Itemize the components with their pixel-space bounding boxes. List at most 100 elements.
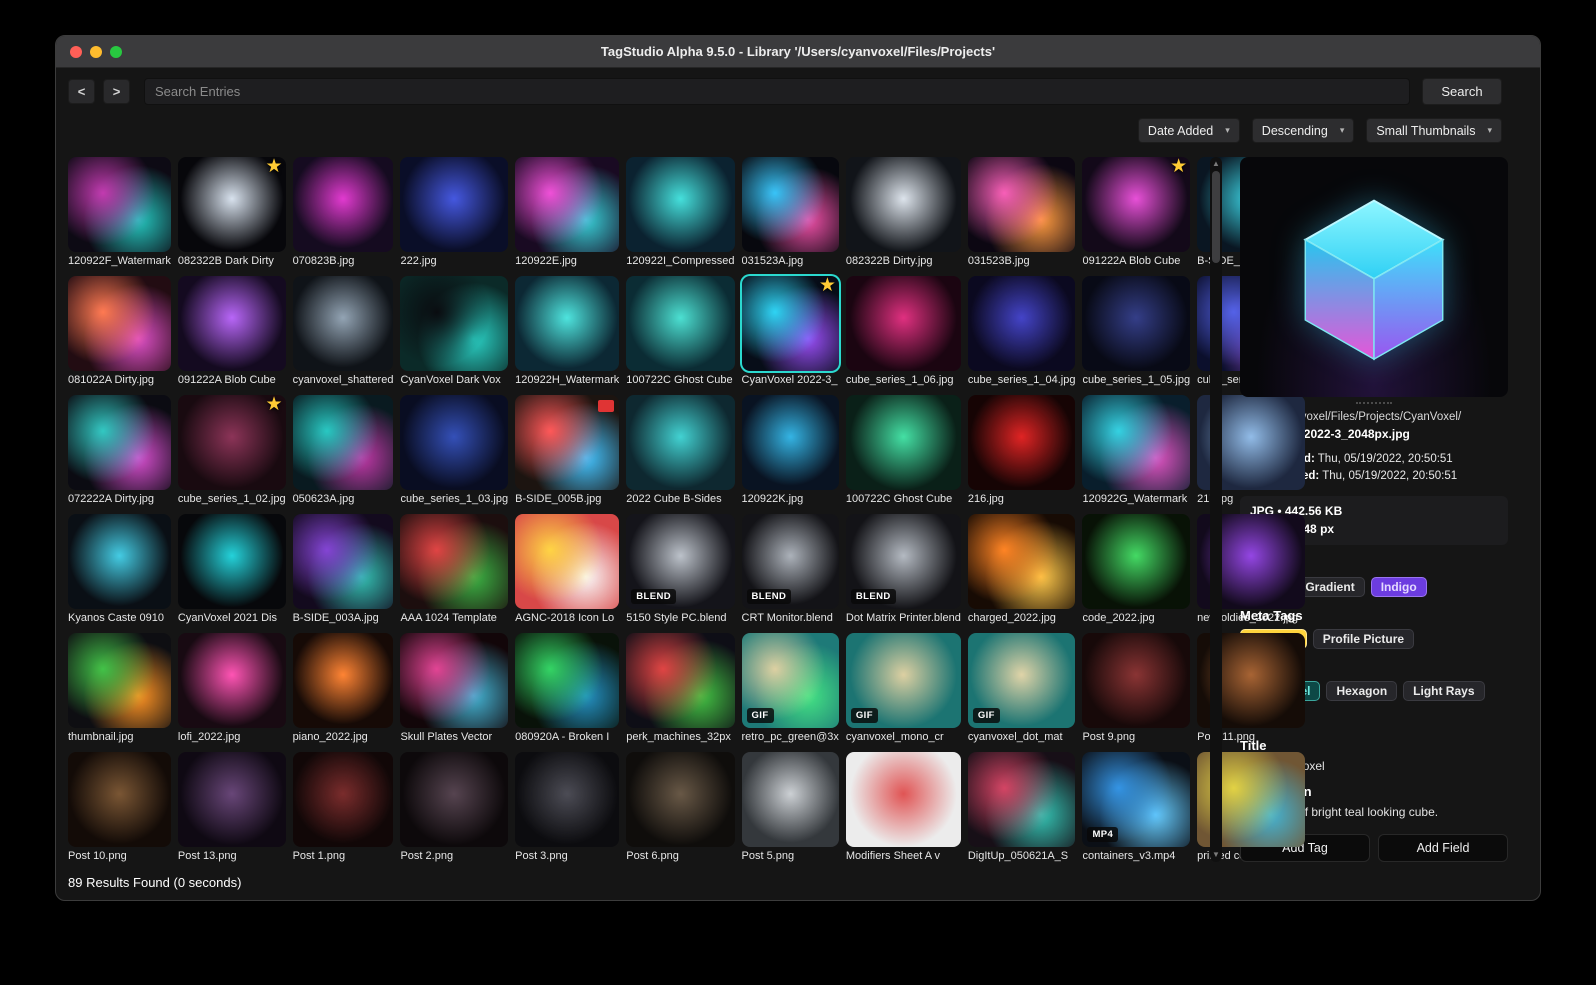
grid-cell: ★ 082322B Dark Dirty: [177, 156, 286, 268]
thumbnail-caption: 091222A Blob Cube: [177, 374, 276, 386]
search-input[interactable]: [144, 78, 1410, 105]
zoom-window-button[interactable]: [110, 45, 122, 58]
tag-chip[interactable]: Gradient: [1295, 576, 1365, 597]
thumbnail[interactable]: [400, 157, 509, 252]
thumbnail[interactable]: [1082, 514, 1191, 609]
thumbnail[interactable]: [292, 395, 394, 490]
thumbnail[interactable]: [68, 395, 171, 490]
thumbnail[interactable]: [400, 276, 509, 371]
thumbnail[interactable]: [741, 752, 839, 847]
tag-chip[interactable]: Hexagon: [1326, 680, 1398, 701]
thumbnail[interactable]: [845, 276, 961, 371]
thumbnail[interactable]: MP4: [1082, 752, 1191, 847]
thumbnail[interactable]: [68, 276, 171, 371]
thumbnail[interactable]: [626, 157, 735, 252]
scroll-down-icon[interactable]: ▼: [1212, 850, 1220, 860]
thumbnail-caption: B-SIDE_003A.jpg: [292, 612, 379, 624]
grid-cell: Post 6.png: [626, 752, 735, 863]
thumbnail[interactable]: GIF: [845, 633, 961, 728]
thumbnail[interactable]: [177, 752, 286, 847]
minimize-window-button[interactable]: [90, 45, 102, 58]
thumbnail[interactable]: [845, 395, 961, 490]
thumbnail[interactable]: [68, 633, 171, 728]
grid-scrollbar[interactable]: ▲ ▼: [1210, 157, 1222, 862]
thumbnail[interactable]: [292, 276, 394, 371]
thumbnail[interactable]: BLEND: [626, 514, 735, 609]
thumbnail[interactable]: ★: [741, 275, 839, 371]
thumbnail[interactable]: ★: [177, 394, 286, 490]
thumbnail[interactable]: [626, 395, 735, 490]
scrollbar-thumb[interactable]: [1212, 171, 1220, 263]
thumbnail-caption: Post 10.png: [68, 850, 127, 862]
tag-chip[interactable]: Light Rays: [1403, 680, 1485, 701]
thumbnail[interactable]: [967, 752, 1076, 847]
thumbnail[interactable]: [177, 276, 286, 371]
thumbnail[interactable]: [626, 276, 735, 371]
thumbnail[interactable]: [626, 752, 735, 847]
thumbnail[interactable]: [515, 514, 620, 609]
thumbnail[interactable]: GIF: [967, 633, 1076, 728]
thumbnail-caption: code_2022.jpg: [1082, 612, 1155, 624]
thumbnail[interactable]: [400, 752, 509, 847]
thumbnail[interactable]: [177, 514, 286, 609]
scroll-up-icon[interactable]: ▲: [1212, 159, 1220, 169]
thumbnail[interactable]: [515, 157, 620, 252]
titlebar[interactable]: TagStudio Alpha 9.5.0 - Library '/Users/…: [56, 36, 1540, 68]
thumbnail-caption: perk_machines_32px: [626, 731, 731, 743]
close-window-button[interactable]: [70, 45, 82, 58]
thumbnail[interactable]: [68, 157, 171, 252]
forward-button[interactable]: >: [103, 79, 130, 104]
tag-chip[interactable]: Profile Picture: [1312, 628, 1415, 649]
thumbnail[interactable]: [626, 633, 735, 728]
thumbnail[interactable]: [292, 633, 394, 728]
grid-cell: Kyanos Caste 0910: [68, 514, 171, 625]
resize-handle-dots[interactable]: [1356, 402, 1392, 404]
thumbnail[interactable]: [515, 395, 620, 490]
thumbnail[interactable]: [400, 514, 509, 609]
thumbnail[interactable]: [68, 752, 171, 847]
thumbnail-caption: CyanVoxel 2022-3_: [741, 374, 838, 386]
thumbnail[interactable]: BLEND: [845, 514, 961, 609]
thumbnail[interactable]: [400, 633, 509, 728]
thumbnail[interactable]: [741, 395, 839, 490]
thumbnail[interactable]: [292, 752, 394, 847]
thumbnail[interactable]: [515, 752, 620, 847]
thumbnail[interactable]: [400, 395, 509, 490]
thumbnail[interactable]: [967, 395, 1076, 490]
thumbnail[interactable]: [967, 157, 1076, 252]
preview-image[interactable]: [1240, 157, 1508, 397]
thumbnail[interactable]: ★: [177, 156, 286, 252]
thumbnail[interactable]: [845, 752, 961, 847]
thumbnail[interactable]: [967, 514, 1076, 609]
thumbnail[interactable]: ★: [1082, 156, 1191, 252]
tag-chip[interactable]: Indigo: [1370, 576, 1427, 597]
thumbnail[interactable]: [68, 514, 171, 609]
thumbnail[interactable]: [1082, 276, 1191, 371]
back-button[interactable]: <: [68, 79, 95, 104]
thumbnail-size-dropdown[interactable]: Small Thumbnails ▾: [1366, 118, 1502, 143]
field-label: Meta Tags: [1240, 607, 1303, 623]
grid-cell: cube_series_1_04.jpg: [967, 276, 1076, 387]
thumbnail[interactable]: [177, 633, 286, 728]
sort-order-dropdown[interactable]: Descending ▾: [1251, 118, 1355, 143]
thumbnail[interactable]: [292, 157, 394, 252]
thumbnail[interactable]: [1082, 395, 1191, 490]
thumbnail[interactable]: [515, 633, 620, 728]
add-field-button[interactable]: Add Field: [1378, 834, 1508, 862]
favorite-star-icon: ★: [265, 156, 283, 177]
thumbnail[interactable]: [967, 276, 1076, 371]
filetype-badge: GIF: [746, 708, 774, 723]
grid-cell: ★ CyanVoxel 2022-3_: [741, 275, 839, 387]
sort-field-dropdown[interactable]: Date Added ▾: [1137, 118, 1240, 143]
thumbnail[interactable]: [741, 157, 839, 252]
grid-cell: Post 10.png: [68, 752, 171, 863]
thumbnail[interactable]: [1082, 633, 1191, 728]
filetype-badge: MP4: [1087, 827, 1119, 842]
thumbnail[interactable]: BLEND: [741, 514, 839, 609]
thumbnail[interactable]: [515, 276, 620, 371]
thumbnail[interactable]: [845, 157, 961, 252]
search-button[interactable]: Search: [1422, 78, 1502, 105]
thumbnail[interactable]: GIF: [741, 633, 839, 728]
thumbnail-caption: 091222A Blob Cube: [1082, 255, 1181, 267]
thumbnail[interactable]: [292, 514, 394, 609]
